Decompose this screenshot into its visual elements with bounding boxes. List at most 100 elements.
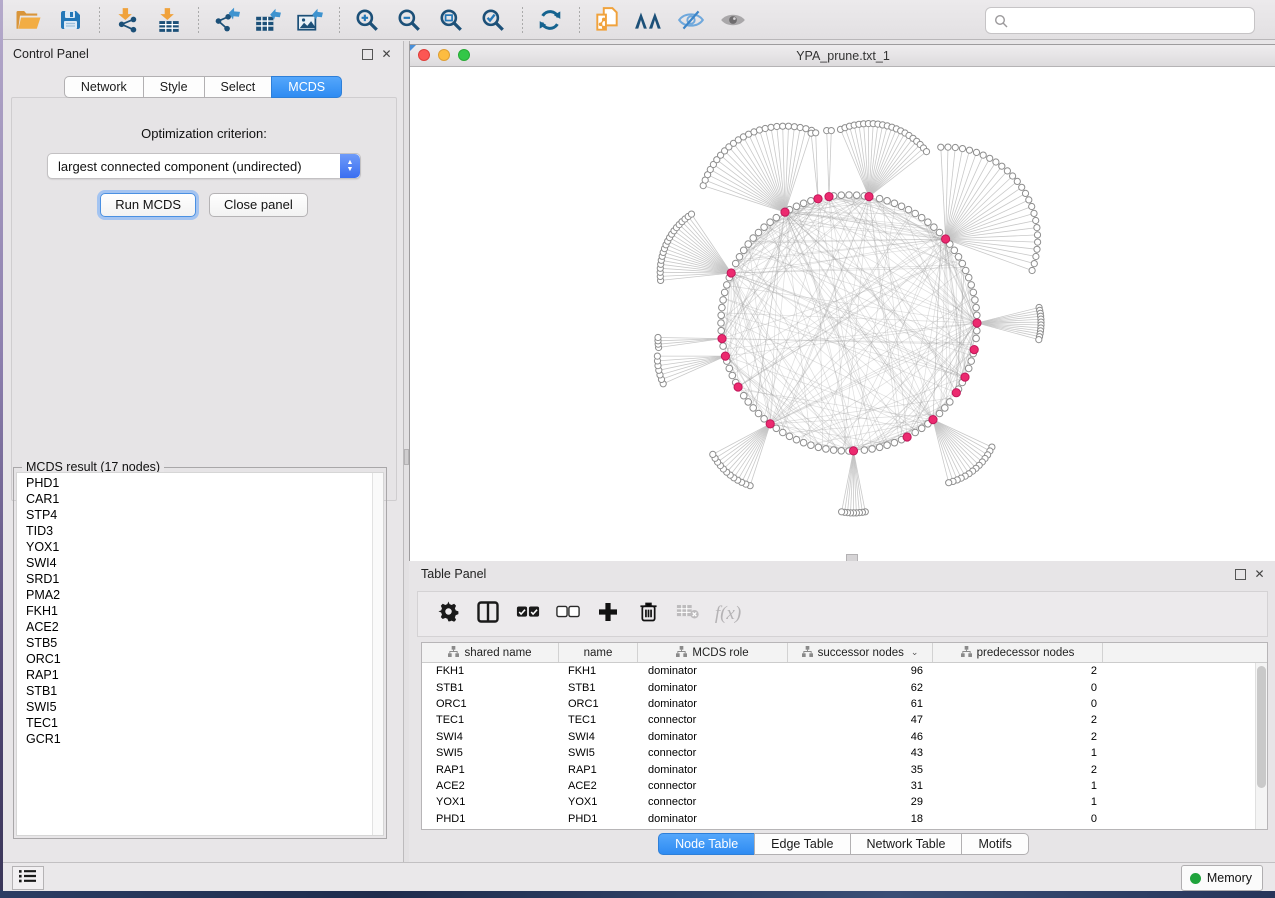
tab-network-table[interactable]: Network Table xyxy=(850,833,962,855)
zoom-in-button[interactable] xyxy=(350,5,384,35)
network-window-titlebar[interactable]: YPA_prune.txt_1 xyxy=(410,45,1275,67)
deselect-all-button[interactable] xyxy=(550,597,586,631)
column-header-predecessor-nodes[interactable]: predecessor nodes xyxy=(933,643,1103,662)
zoom-fit-button[interactable] xyxy=(434,5,468,35)
export-table-button[interactable] xyxy=(251,5,285,35)
network-node[interactable] xyxy=(1034,232,1040,238)
tab-motifs[interactable]: Motifs xyxy=(961,833,1028,855)
network-node[interactable] xyxy=(970,289,977,296)
close-panel-button[interactable]: Close panel xyxy=(209,193,308,217)
export-image-button[interactable] xyxy=(293,5,327,35)
network-node[interactable] xyxy=(931,224,938,231)
network-node[interactable] xyxy=(797,124,803,130)
network-node[interactable] xyxy=(912,210,919,217)
network-node[interactable] xyxy=(965,274,972,281)
network-node[interactable] xyxy=(780,123,786,129)
network-node[interactable] xyxy=(1022,190,1028,196)
network-node[interactable] xyxy=(740,392,747,399)
network-node[interactable] xyxy=(808,198,815,205)
network-node[interactable] xyxy=(965,365,972,372)
mcds-result-item[interactable]: GCR1 xyxy=(26,731,372,747)
network-node[interactable] xyxy=(973,335,980,342)
network-node[interactable] xyxy=(923,149,929,155)
network-node[interactable] xyxy=(1034,246,1040,252)
open-file-button[interactable] xyxy=(11,5,45,35)
network-node[interactable] xyxy=(1029,203,1035,209)
table-row[interactable]: ORC1ORC1dominator610 xyxy=(422,696,1267,712)
network-node[interactable] xyxy=(750,235,757,242)
delete-column-button[interactable] xyxy=(630,597,666,631)
mcds-result-item[interactable]: TEC1 xyxy=(26,715,372,731)
zoom-out-button[interactable] xyxy=(392,5,426,35)
network-node[interactable] xyxy=(1029,267,1035,273)
mcds-hub-node[interactable] xyxy=(727,269,735,277)
network-node[interactable] xyxy=(884,198,891,205)
network-node[interactable] xyxy=(952,144,958,150)
network-node[interactable] xyxy=(726,365,733,372)
network-node[interactable] xyxy=(718,327,725,334)
network-node[interactable] xyxy=(942,405,949,412)
table-scrollbar-thumb[interactable] xyxy=(1257,666,1266,788)
import-network-button[interactable] xyxy=(110,5,144,35)
table-row[interactable]: ACE2ACE2connector311 xyxy=(422,778,1267,794)
tab-mcds[interactable]: MCDS xyxy=(271,76,342,98)
network-node[interactable] xyxy=(876,195,883,202)
column-header-shared-name[interactable]: shared name xyxy=(422,643,559,662)
mcds-result-item[interactable]: FKH1 xyxy=(26,603,372,619)
mcds-hub-node[interactable] xyxy=(929,416,937,424)
column-header-successor-nodes[interactable]: successor nodes⌄ xyxy=(788,643,933,662)
refresh-layout-button[interactable] xyxy=(533,5,567,35)
mcds-hub-node[interactable] xyxy=(903,433,911,441)
delete-table-button[interactable] xyxy=(670,597,706,631)
network-node[interactable] xyxy=(1036,337,1042,343)
function-builder-button[interactable]: f(x) xyxy=(710,597,746,631)
network-node[interactable] xyxy=(710,451,716,457)
network-node[interactable] xyxy=(762,125,768,131)
network-node[interactable] xyxy=(720,343,727,350)
table-row[interactable]: TEC1TEC1connector472 xyxy=(422,712,1267,728)
network-node[interactable] xyxy=(959,146,965,152)
network-node[interactable] xyxy=(974,327,981,334)
first-neighbors-button[interactable] xyxy=(632,5,666,35)
network-node[interactable] xyxy=(655,334,661,340)
tab-edge-table[interactable]: Edge Table xyxy=(754,833,849,855)
table-row[interactable]: SWI5SWI5connector431 xyxy=(422,745,1267,761)
network-node[interactable] xyxy=(736,254,743,261)
mcds-result-item[interactable]: PMA2 xyxy=(26,587,372,603)
mcds-hub-node[interactable] xyxy=(814,195,822,203)
network-node[interactable] xyxy=(767,219,774,226)
network-node[interactable] xyxy=(718,320,725,327)
table-row[interactable]: YOX1YOX1connector291 xyxy=(422,794,1267,810)
minimize-window-button[interactable] xyxy=(438,49,450,61)
search-field[interactable] xyxy=(985,7,1255,34)
network-node[interactable] xyxy=(823,446,830,453)
network-node[interactable] xyxy=(968,358,975,365)
network-node[interactable] xyxy=(918,214,925,221)
network-node[interactable] xyxy=(947,399,954,406)
network-node[interactable] xyxy=(898,203,905,210)
network-node[interactable] xyxy=(761,416,768,423)
network-node[interactable] xyxy=(946,480,952,486)
network-node[interactable] xyxy=(773,214,780,221)
mcds-hub-node[interactable] xyxy=(973,319,981,327)
network-graph[interactable] xyxy=(410,67,1274,561)
network-node[interactable] xyxy=(838,448,845,455)
network-node[interactable] xyxy=(1010,173,1016,179)
export-network-button[interactable] xyxy=(209,5,243,35)
tab-select[interactable]: Select xyxy=(204,76,272,98)
tab-network[interactable]: Network xyxy=(64,76,143,98)
mcds-hub-node[interactable] xyxy=(766,420,774,428)
memory-button[interactable]: Memory xyxy=(1181,865,1263,891)
mcds-hub-node[interactable] xyxy=(849,447,857,455)
network-node[interactable] xyxy=(876,444,883,451)
create-column-button[interactable] xyxy=(590,597,626,631)
mcds-hub-node[interactable] xyxy=(952,389,960,397)
duplicate-network-button[interactable] xyxy=(590,5,624,35)
network-node[interactable] xyxy=(891,439,898,446)
mcds-result-item[interactable]: YOX1 xyxy=(26,539,372,555)
mcds-result-item[interactable]: RAP1 xyxy=(26,667,372,683)
show-all-button[interactable] xyxy=(716,5,750,35)
column-header-name[interactable]: name xyxy=(559,643,638,662)
network-node[interactable] xyxy=(974,312,981,319)
network-node[interactable] xyxy=(1035,239,1041,245)
